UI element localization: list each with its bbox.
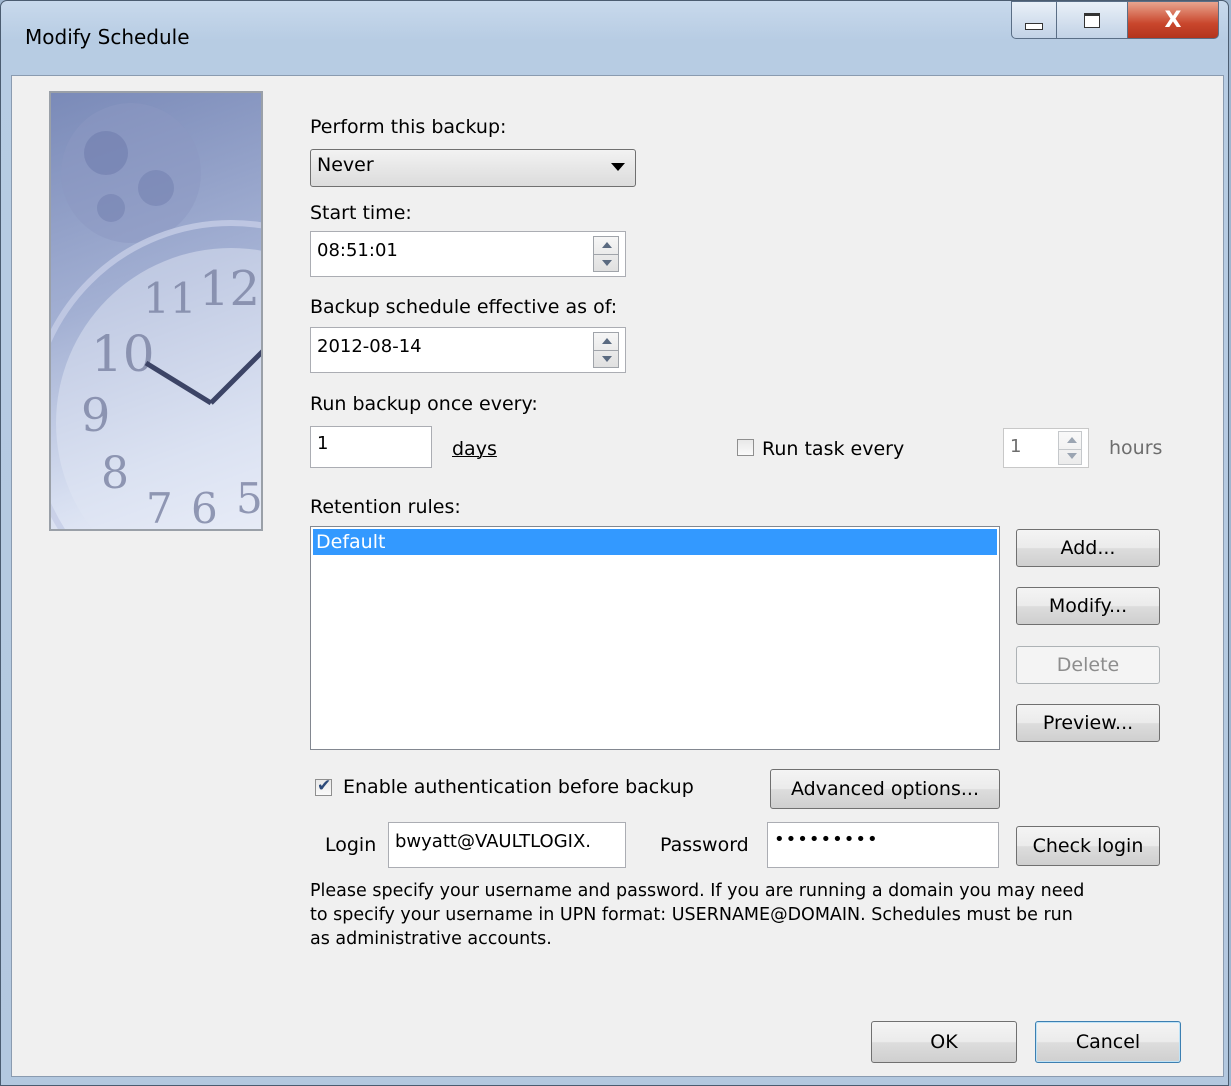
- dialog-client-area: 11 12 10 9 8 7 6 5 Perform this backup: …: [11, 75, 1224, 1077]
- password-input[interactable]: •••••••••: [767, 822, 999, 868]
- check-login-button[interactable]: Check login: [1016, 826, 1160, 866]
- maximize-icon: [1084, 12, 1100, 28]
- delete-button[interactable]: Delete: [1016, 646, 1160, 684]
- spin-up-icon: [602, 242, 612, 248]
- run-task-hours-value: 1: [1010, 436, 1022, 457]
- help-text-line: as administrative accounts.: [310, 929, 552, 949]
- hours-label: hours: [1109, 437, 1163, 459]
- password-label: Password: [660, 834, 749, 856]
- svg-text:9: 9: [81, 388, 110, 442]
- start-time-value: 08:51:01: [317, 240, 398, 261]
- preview-button[interactable]: Preview...: [1016, 704, 1160, 742]
- run-every-input[interactable]: 1: [310, 426, 432, 468]
- start-time-spinner[interactable]: [593, 236, 619, 272]
- effective-date-spinner[interactable]: [593, 332, 619, 368]
- login-value: bwyatt@VAULTLOGIX.: [395, 831, 592, 852]
- svg-text:5: 5: [236, 474, 261, 523]
- spin-up-icon: [1067, 437, 1077, 443]
- password-value: •••••••••: [774, 829, 879, 850]
- effective-date-value: 2012-08-14: [317, 336, 422, 357]
- spin-down-icon: [1067, 453, 1077, 459]
- spin-down-icon: [602, 356, 612, 362]
- help-text-line: Please specify your username and passwor…: [310, 881, 1085, 901]
- list-item[interactable]: Default: [313, 529, 997, 555]
- close-icon: X: [1164, 7, 1182, 33]
- perform-label: Perform this backup:: [310, 116, 507, 138]
- add-button[interactable]: Add...: [1016, 529, 1160, 567]
- login-input[interactable]: bwyatt@VAULTLOGIX.: [388, 822, 626, 868]
- start-time-input[interactable]: 08:51:01: [310, 231, 626, 277]
- advanced-options-button[interactable]: Advanced options...: [770, 769, 1000, 809]
- run-task-checkbox[interactable]: [737, 439, 754, 456]
- help-text: Please specify your username and passwor…: [310, 879, 1084, 951]
- chevron-down-icon: [611, 163, 625, 171]
- cancel-button[interactable]: Cancel: [1035, 1021, 1181, 1063]
- run-every-value: 1: [317, 433, 329, 454]
- svg-text:12: 12: [199, 261, 260, 317]
- svg-text:8: 8: [101, 448, 129, 499]
- run-task-spinner[interactable]: [1058, 431, 1082, 465]
- ok-button[interactable]: OK: [871, 1021, 1017, 1063]
- minimize-button[interactable]: [1011, 1, 1057, 39]
- perform-backup-select[interactable]: Never: [310, 149, 636, 187]
- spin-down-icon: [602, 260, 612, 266]
- clock-icon: 11 12 10 9 8 7 6 5: [51, 103, 261, 529]
- dialog-window: Modify Schedule X 11 12 10 9 8 7 6 5 Per…: [0, 0, 1229, 1086]
- minimize-icon: [1025, 22, 1043, 30]
- run-every-label: Run backup once every:: [310, 393, 538, 415]
- svg-text:11: 11: [143, 274, 196, 323]
- window-title: Modify Schedule: [25, 25, 190, 49]
- modify-button[interactable]: Modify...: [1016, 587, 1160, 625]
- help-text-line: to specify your username in UPN format: …: [310, 905, 1073, 925]
- days-label: days: [452, 438, 497, 460]
- retention-label: Retention rules:: [310, 496, 461, 518]
- clock-illustration: 11 12 10 9 8 7 6 5: [49, 91, 263, 531]
- run-task-label[interactable]: Run task every: [762, 438, 904, 460]
- login-label: Login: [325, 834, 377, 856]
- enable-auth-checkbox[interactable]: [315, 776, 332, 796]
- maximize-button[interactable]: [1056, 1, 1128, 39]
- effective-date-input[interactable]: 2012-08-14: [310, 327, 626, 373]
- svg-text:6: 6: [191, 484, 218, 529]
- title-bar[interactable]: Modify Schedule X: [1, 1, 1228, 75]
- svg-text:7: 7: [146, 484, 173, 529]
- enable-auth-label[interactable]: Enable authentication before backup: [343, 776, 694, 798]
- close-button[interactable]: X: [1127, 1, 1219, 39]
- start-time-label: Start time:: [310, 202, 412, 224]
- retention-rules-list[interactable]: Default: [310, 526, 1000, 750]
- svg-text:10: 10: [91, 325, 155, 383]
- effective-label: Backup schedule effective as of:: [310, 296, 618, 318]
- spin-up-icon: [602, 338, 612, 344]
- run-task-hours-input[interactable]: 1: [1003, 428, 1089, 468]
- perform-value: Never: [317, 154, 374, 176]
